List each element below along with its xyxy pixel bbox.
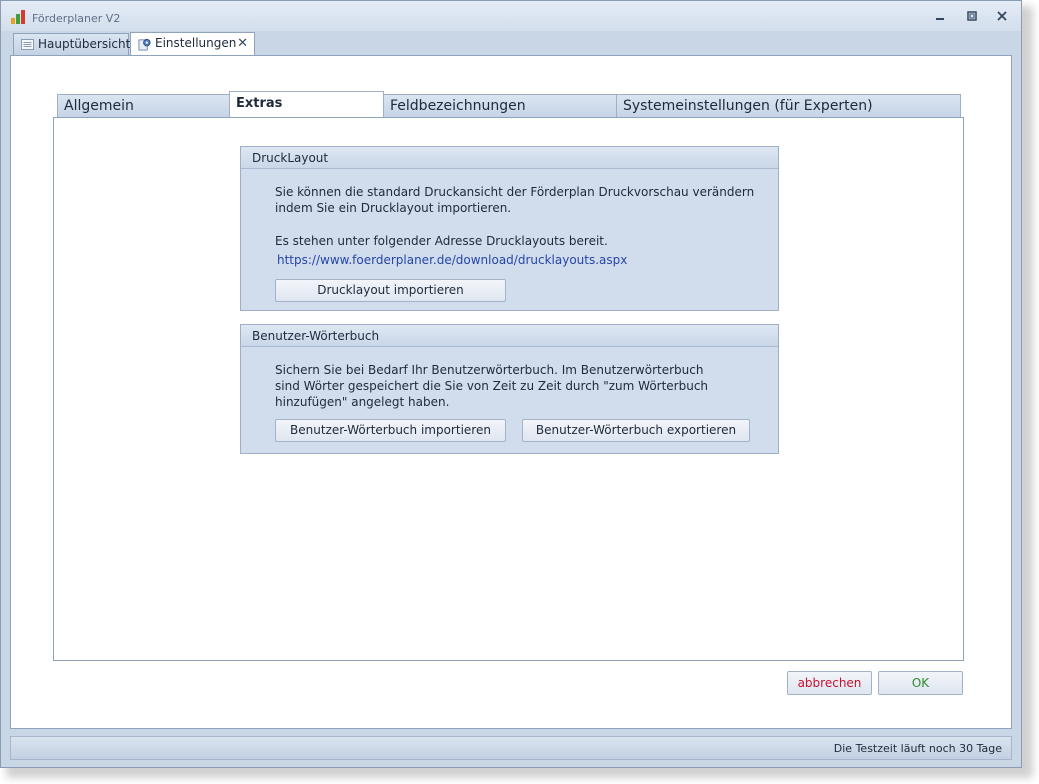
title-bar[interactable]: Förderplaner V2 — [1, 1, 1021, 31]
drucklayout-group: DruckLayout Sie können die standard Druc… — [240, 146, 779, 311]
tab-label: Allgemein — [64, 98, 134, 114]
drucklayouts-link[interactable]: https://www.foerderplaner.de/download/dr… — [277, 253, 627, 267]
close-icon — [997, 11, 1007, 21]
app-window: Förderplaner V2 Hauptübersicht Einstellu… — [0, 0, 1022, 768]
cancel-button[interactable]: abbrechen — [787, 671, 872, 695]
tab-label: Systemeinstellungen (für Experten) — [623, 98, 873, 114]
status-bar: Die Testzeit läuft noch 30 Tage — [10, 736, 1012, 760]
settings-tabstrip: Allgemein Feldbezeichnungen Systemeinste… — [57, 91, 962, 118]
drucklayout-import-button[interactable]: Drucklayout importieren — [275, 279, 506, 302]
tab-label: Feldbezeichnungen — [390, 98, 526, 114]
description-text: Sie können die standard Druckansicht der… — [275, 185, 755, 199]
group-title: Benutzer-Wörterbuch — [241, 325, 778, 347]
woerterbuch-import-button[interactable]: Benutzer-Wörterbuch importieren — [275, 419, 506, 442]
woerterbuch-export-button[interactable]: Benutzer-Wörterbuch exportieren — [522, 419, 750, 442]
tab-extras[interactable]: Extras — [229, 91, 384, 118]
doc-tab-label: Hauptübersicht — [38, 37, 131, 51]
tab-allgemein[interactable]: Allgemein — [57, 94, 230, 117]
doc-tab-hauptuebersicht[interactable]: Hauptübersicht — [13, 33, 131, 56]
close-window-button[interactable] — [993, 9, 1011, 25]
description-text: hinzufügen" angelegt haben. — [275, 395, 450, 409]
close-tab-icon[interactable]: ✕ — [237, 33, 248, 54]
doc-tab-einstellungen[interactable]: Einstellungen ✕ — [130, 32, 255, 57]
tab-systemeinstellungen[interactable]: Systemeinstellungen (für Experten) — [616, 94, 961, 117]
description-text: Sichern Sie bei Bedarf Ihr Benutzerwörte… — [275, 363, 704, 377]
settings-icon — [138, 38, 151, 51]
description-text: sind Wörter gespeichert die Sie von Zeit… — [275, 379, 709, 393]
doc-tab-label: Einstellungen — [155, 36, 237, 50]
woerterbuch-group: Benutzer-Wörterbuch Sichern Sie bei Beda… — [240, 324, 779, 454]
bar-chart-icon — [11, 10, 27, 24]
description-text: Es stehen unter folgender Adresse Druckl… — [275, 234, 608, 248]
maximize-button[interactable] — [963, 9, 981, 25]
minimize-icon — [936, 18, 944, 20]
minimize-button[interactable] — [931, 9, 949, 25]
maximize-icon — [967, 11, 977, 21]
content-area: Allgemein Feldbezeichnungen Systemeinste… — [10, 55, 1012, 729]
group-title: DruckLayout — [241, 147, 778, 169]
ok-button[interactable]: OK — [878, 671, 963, 695]
tab-feldbezeichnungen[interactable]: Feldbezeichnungen — [383, 94, 617, 117]
trial-status-text: Die Testzeit läuft noch 30 Tage — [833, 742, 1002, 755]
tab-label: Extras — [236, 96, 283, 111]
window-title: Förderplaner V2 — [32, 12, 121, 25]
extras-tab-page: DruckLayout Sie können die standard Druc… — [53, 117, 964, 661]
list-icon — [21, 39, 34, 50]
description-text: indem Sie ein Drucklayout importieren. — [275, 201, 512, 215]
